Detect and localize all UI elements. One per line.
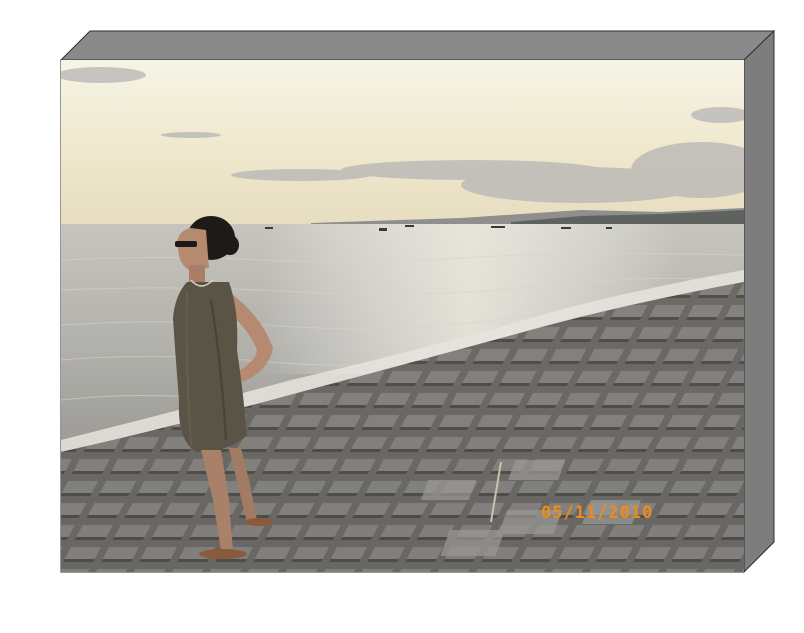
framed-photo: 05/11/2010 [0,0,804,633]
frame-right-face [743,29,775,574]
frame-top-face [59,30,776,61]
photo-scene [61,60,744,572]
beach-photo: 05/11/2010 [61,60,744,572]
date-stamp: 05/11/2010 [541,503,654,523]
